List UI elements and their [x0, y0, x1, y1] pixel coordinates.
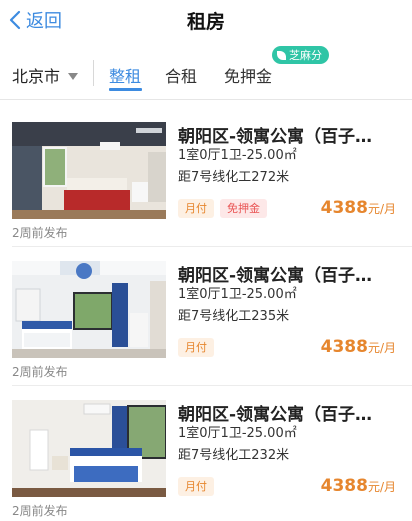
- listing-spec: 1室0厅1卫-25.00㎡: [178, 148, 297, 163]
- city-label: 北京市: [12, 67, 61, 86]
- tag-monthly-pay: 月付: [178, 199, 214, 218]
- filter-bar: 北京市 整租 合租 免押金 芝麻分: [0, 44, 412, 100]
- active-tab-indicator: [109, 88, 142, 91]
- divider: [12, 246, 412, 247]
- list-item[interactable]: 朝阳区-领寓公寓（百子… 1室0厅1卫-25.00㎡ 距7号线化工232米 月付…: [0, 388, 412, 521]
- posted-time: 2周前发布: [12, 504, 68, 518]
- list-item[interactable]: 朝阳区-领寓公寓（百子… 1室0厅1卫-25.00㎡ 距7号线化工235米 月付…: [0, 249, 412, 389]
- listing-photo: [12, 261, 166, 358]
- listing-distance: 距7号线化工272米: [178, 170, 290, 185]
- tab-whole-rent[interactable]: 整租: [109, 63, 141, 87]
- nav-bar: 返回 租房: [0, 0, 412, 44]
- listing-price: 4388元/月: [321, 198, 396, 218]
- divider: [12, 385, 412, 386]
- listing-distance: 距7号线化工232米: [178, 448, 290, 463]
- sesame-credit-badge: 芝麻分: [272, 46, 329, 64]
- listing-price: 4388元/月: [321, 476, 396, 496]
- listing-price: 4388元/月: [321, 337, 396, 357]
- posted-time: 2周前发布: [12, 226, 68, 240]
- sesame-badge-label: 芝麻分: [289, 49, 322, 62]
- divider: [93, 60, 94, 86]
- listing-tags: 月付: [178, 477, 214, 496]
- leaf-icon: [277, 50, 286, 60]
- price-unit: 元/月: [367, 341, 396, 355]
- price-unit: 元/月: [367, 480, 396, 494]
- listing-tags: 月付: [178, 338, 214, 357]
- tab-shared-rent[interactable]: 合租: [165, 63, 197, 87]
- price-value: 4388: [320, 476, 368, 496]
- posted-time: 2周前发布: [12, 365, 68, 379]
- price-value: 4388: [320, 337, 368, 357]
- dropdown-caret-icon: [68, 72, 79, 80]
- price-unit: 元/月: [367, 202, 396, 216]
- price-value: 4388: [320, 198, 368, 218]
- tag-no-deposit: 免押金: [220, 199, 267, 218]
- tag-monthly-pay: 月付: [178, 477, 214, 496]
- listing-tags: 月付 免押金: [178, 199, 267, 218]
- page-title: 租房: [186, 11, 225, 33]
- listing-photo: [12, 400, 166, 497]
- city-selector[interactable]: 北京市: [12, 63, 79, 87]
- listing-spec: 1室0厅1卫-25.00㎡: [178, 426, 297, 441]
- listing-photo: [12, 122, 166, 219]
- tab-no-deposit[interactable]: 免押金: [224, 63, 272, 87]
- listing-distance: 距7号线化工235米: [178, 309, 290, 324]
- list-item[interactable]: 朝阳区-领寓公寓（百子… 1室0厅1卫-25.00㎡ 距7号线化工272米 月付…: [0, 110, 412, 250]
- listing-spec: 1室0厅1卫-25.00㎡: [178, 287, 297, 302]
- tag-monthly-pay: 月付: [178, 338, 214, 357]
